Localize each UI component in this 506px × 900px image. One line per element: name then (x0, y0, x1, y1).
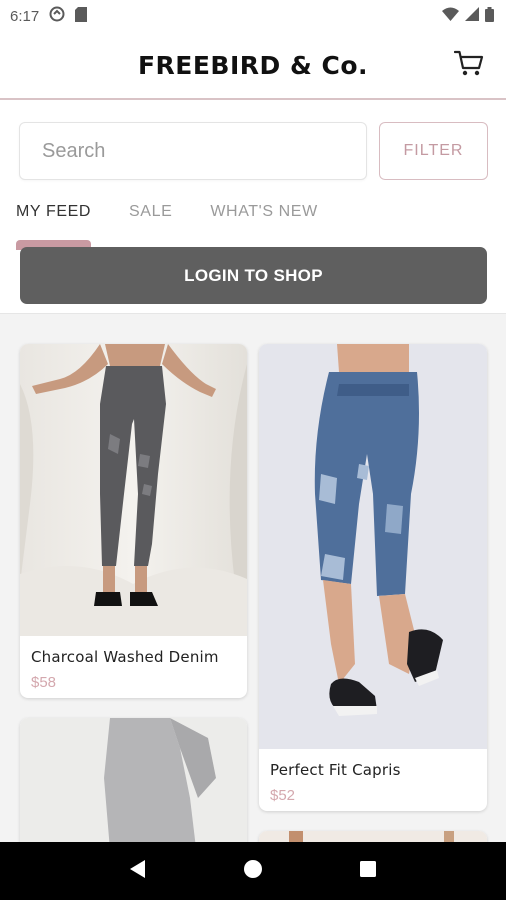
login-to-shop-button[interactable]: LOGIN TO SHOP (20, 247, 487, 304)
filter-button[interactable]: FILTER (379, 122, 488, 180)
sync-icon (49, 6, 65, 26)
home-icon (243, 859, 263, 884)
product-image (259, 344, 487, 749)
status-time: 6:17 (10, 7, 40, 25)
back-button[interactable] (118, 851, 158, 891)
product-image (20, 344, 247, 636)
home-button[interactable] (233, 851, 273, 891)
status-left: 6:17 (10, 6, 88, 26)
product-info: Charcoal Washed Denim $58 (20, 636, 247, 691)
search-input[interactable] (19, 122, 367, 180)
product-card[interactable]: Perfect Fit Capris $52 (259, 344, 487, 811)
product-image (259, 831, 487, 842)
sd-card-icon (75, 6, 88, 26)
product-name: Charcoal Washed Denim (31, 648, 219, 666)
feed-tabs: MY FEED SALE WHAT'S NEW (16, 203, 318, 227)
product-card[interactable]: Charcoal Washed Denim $58 (20, 344, 247, 698)
battery-icon (485, 6, 494, 26)
back-icon (129, 859, 147, 884)
product-info: Perfect Fit Capris $52 (259, 749, 487, 804)
app-header: FREEBIRD & Co. (0, 32, 506, 100)
tab-sale[interactable]: SALE (129, 203, 172, 227)
tab-whats-new[interactable]: WHAT'S NEW (210, 203, 317, 227)
cart-button[interactable] (453, 49, 484, 82)
cart-icon (453, 49, 484, 82)
product-feed[interactable]: Charcoal Washed Denim $58 Perfect Fit Ca… (0, 313, 506, 842)
status-bar: 6:17 (0, 0, 506, 32)
wifi-icon (442, 7, 459, 25)
recents-icon (359, 860, 377, 883)
product-card[interactable] (259, 831, 487, 842)
search-row: FILTER (19, 122, 488, 180)
brand-title: FREEBIRD & Co. (137, 50, 369, 80)
recents-button[interactable] (348, 851, 388, 891)
status-right (442, 6, 494, 26)
product-image (20, 718, 247, 842)
signal-icon (465, 7, 479, 25)
tab-my-feed[interactable]: MY FEED (16, 203, 91, 227)
product-price: $58 (31, 674, 57, 691)
product-price: $52 (270, 787, 296, 804)
product-card[interactable] (20, 718, 247, 842)
system-nav-bar (0, 842, 506, 900)
product-name: Perfect Fit Capris (270, 761, 401, 779)
